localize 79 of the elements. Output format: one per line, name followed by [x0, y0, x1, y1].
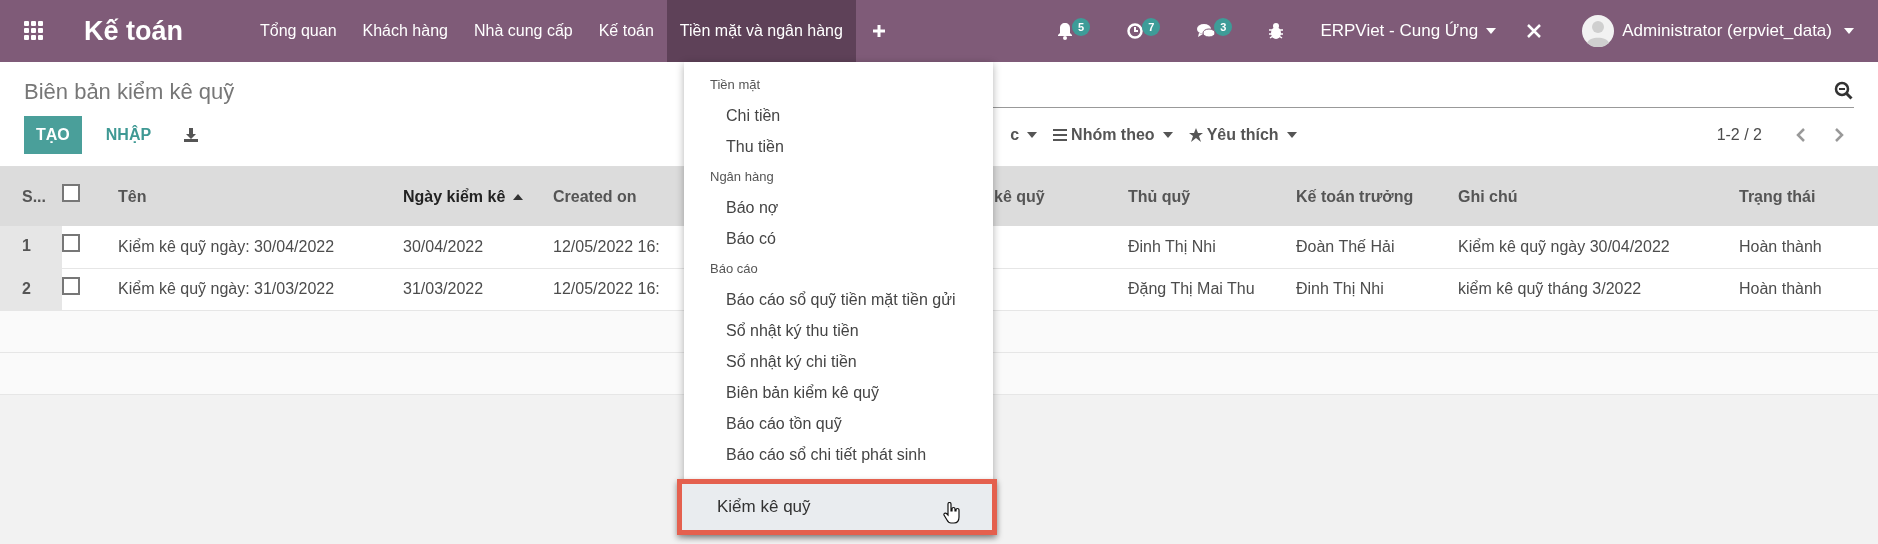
caret-icon: [1162, 132, 1173, 138]
menu-tab[interactable]: Tổng quan: [247, 0, 350, 62]
count-badge: 5: [1072, 17, 1091, 37]
table-cell: 30/04/2022: [403, 237, 484, 255]
table-cell: 31/03/2022: [403, 280, 484, 297]
column-header[interactable]: kê quỹ: [994, 184, 1045, 209]
menu-item[interactable]: Sổ nhật ký thu tiền: [684, 315, 993, 346]
table-cell: Kiểm kê quỹ ngày 30/04/2022: [1458, 237, 1670, 255]
row-number: 1: [22, 237, 31, 254]
apps-menu-icon[interactable]: [24, 21, 44, 41]
sort-arrow-icon: [513, 193, 524, 200]
company-switcher[interactable]: ERPViet - Cung Ứng: [1320, 18, 1497, 44]
caret-icon: [1286, 132, 1297, 138]
row-number: 2: [22, 279, 31, 297]
count-badge: 7: [1142, 17, 1161, 37]
table-cell: Kiểm kê quỹ ngày: 31/03/2022: [118, 280, 335, 297]
next-icon[interactable]: [1832, 127, 1846, 143]
filter-dropdown[interactable]: Nhóm theo: [1053, 123, 1173, 147]
avatar-icon[interactable]: [1582, 15, 1615, 47]
bug-icon[interactable]: [1268, 22, 1285, 40]
column-header[interactable]: Kế toán trưởng: [1296, 184, 1414, 209]
star-icon: [1188, 128, 1203, 142]
menu-item[interactable]: Kiểm kê quỹ: [717, 494, 811, 520]
user-menu[interactable]: Administrator (erpviet_data): [1622, 18, 1854, 44]
list-icon: [1053, 129, 1068, 141]
menu-item[interactable]: Báo nợ: [684, 192, 993, 223]
table-cell: kiểm kê quỹ tháng 3/2022: [1458, 280, 1642, 297]
column-header[interactable]: S...: [22, 184, 46, 209]
caret-icon: [1844, 28, 1854, 34]
checkbox[interactable]: [62, 184, 80, 202]
page-title: Biên bản kiểm kê quỹ: [24, 77, 235, 106]
caret-icon: [1486, 28, 1497, 34]
previous-icon[interactable]: [1794, 127, 1808, 143]
menu-tab[interactable]: Nhà cung cấp: [460, 0, 586, 62]
menu-section-label: Ngân hàng: [709, 168, 775, 187]
table-cell: Hoàn thành: [1739, 237, 1822, 255]
column-header[interactable]: Trạng thái: [1739, 184, 1816, 209]
checkbox[interactable]: [62, 234, 80, 253]
bell-icon[interactable]: [1056, 22, 1074, 40]
hand-cursor-icon: [942, 502, 962, 524]
menu-item[interactable]: Biên bản kiểm kê quỹ: [684, 377, 993, 408]
table-cell: 12/05/2022 16:: [553, 280, 660, 297]
table-cell: Kiểm kê quỹ ngày: 30/04/2022: [118, 237, 335, 255]
filter-dropdown[interactable]: c: [1010, 123, 1038, 147]
column-header[interactable]: Thủ quỹ: [1128, 184, 1191, 209]
table-cell: Đinh Thị Nhi: [1296, 280, 1384, 297]
caret-icon: [1027, 132, 1038, 138]
count-badge: 3: [1214, 17, 1233, 37]
menu-item[interactable]: Thu tiền: [684, 131, 993, 162]
menu-item[interactable]: Sổ nhật ký chi tiền: [684, 346, 993, 377]
menu-section-label: Báo cáo: [709, 260, 759, 279]
tools-icon[interactable]: [1526, 23, 1543, 39]
chat-icon[interactable]: [1196, 22, 1217, 40]
table-cell: Đinh Thị Nhi: [1128, 237, 1216, 255]
column-header[interactable]: Created on: [553, 184, 637, 209]
column-header[interactable]: Tên: [118, 184, 147, 209]
search-icon[interactable]: [1834, 80, 1854, 101]
table-cell: Đoàn Thế Hải: [1296, 237, 1395, 255]
column-header[interactable]: Ngày kiểm kê: [403, 184, 524, 209]
menu-item[interactable]: Báo cáo sổ chi tiết phát sinh: [684, 439, 993, 470]
app-title: Kế toán: [84, 14, 183, 48]
menu-tab[interactable]: Kế toán: [585, 0, 667, 62]
table-cell: Hoàn thành: [1739, 280, 1822, 297]
download-icon[interactable]: [183, 127, 200, 143]
column-header[interactable]: Ghi chú: [1458, 184, 1518, 209]
plus-icon[interactable]: [871, 24, 886, 38]
menu-tab[interactable]: Khách hàng: [349, 0, 461, 62]
menu-item[interactable]: Báo có: [684, 223, 993, 254]
clock-icon[interactable]: [1126, 22, 1145, 40]
menu-item[interactable]: Báo cáo sổ quỹ tiền mặt tiền gửi: [684, 284, 993, 315]
table-cell: 12/05/2022 16:: [553, 237, 660, 255]
menu-tab[interactable]: Tiền mặt và ngân hàng: [666, 0, 856, 62]
filter-dropdown[interactable]: Yêu thích: [1188, 123, 1297, 147]
pager-text: 1-2 / 2: [1716, 125, 1762, 145]
menu-item[interactable]: Chi tiền: [684, 100, 993, 131]
menu-item[interactable]: Báo cáo tồn quỹ: [684, 408, 993, 439]
checkbox[interactable]: [62, 276, 80, 295]
menu-section-label: Tiền mặt: [709, 76, 762, 95]
table-cell: Đặng Thị Mai Thu: [1128, 280, 1255, 297]
